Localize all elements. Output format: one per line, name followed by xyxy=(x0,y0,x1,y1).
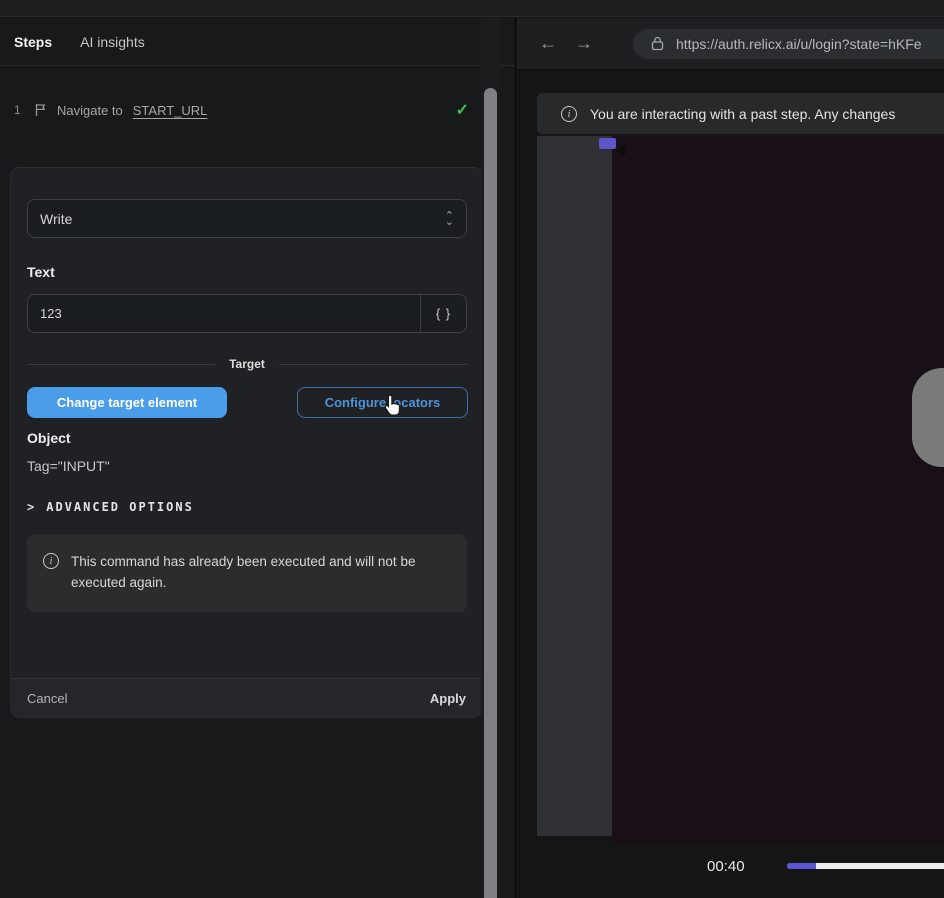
past-step-banner-text: You are interacting with a past step. An… xyxy=(590,106,895,122)
window-top-strip xyxy=(0,0,944,17)
playback-progress-fill xyxy=(787,863,816,869)
panel-tabs: Steps AI insights xyxy=(0,18,515,66)
step-description: Navigate to xyxy=(57,103,123,118)
divider-line-right xyxy=(279,364,467,365)
object-tag-value: Tag="INPUT" xyxy=(27,458,466,474)
target-divider-label: Target xyxy=(229,357,265,371)
info-icon: i xyxy=(43,553,59,569)
replay-step-marker xyxy=(599,138,616,149)
divider-line-left xyxy=(27,364,215,365)
replay-panel: ← → https://auth.relicx.ai/u/login?state… xyxy=(517,18,944,898)
replay-player-controls: 00:40 xyxy=(517,846,944,886)
step-editor-card: Write ⌃ ⌄ Text { } Target Change target … xyxy=(10,167,483,718)
advanced-options-label: ADVANCED OPTIONS xyxy=(46,500,194,514)
text-input-group: { } xyxy=(27,294,467,333)
card-footer: Cancel Apply xyxy=(11,678,482,717)
url-text: https://auth.relicx.ai/u/login?state=hKF… xyxy=(676,36,922,52)
insert-variable-button[interactable]: { } xyxy=(420,295,466,332)
lock-icon xyxy=(651,36,664,51)
browser-toolbar: ← → https://auth.relicx.ai/u/login?state… xyxy=(517,18,944,70)
step-number: 1 xyxy=(14,103,24,117)
tab-ai-insights[interactable]: AI insights xyxy=(80,34,145,50)
executed-info-text: This command has already been executed a… xyxy=(71,552,451,594)
change-target-element-button[interactable]: Change target element xyxy=(27,387,227,418)
side-panel-handle[interactable] xyxy=(912,368,944,467)
select-chevrons-icon: ⌃ ⌄ xyxy=(445,213,454,225)
text-input[interactable] xyxy=(28,295,420,332)
left-panel-scrollbar[interactable] xyxy=(484,88,497,898)
target-divider: Target xyxy=(27,357,467,371)
step-success-check-icon: ✓ xyxy=(456,100,469,120)
back-arrow-icon[interactable]: ← xyxy=(539,33,557,54)
advanced-options-toggle[interactable]: > ADVANCED OPTIONS xyxy=(27,500,466,514)
playback-progress-bar[interactable] xyxy=(787,863,944,869)
cancel-button[interactable]: Cancel xyxy=(27,691,67,706)
command-select-value: Write xyxy=(40,211,72,227)
replay-screenshot-sidebar xyxy=(537,136,612,836)
step-start-url-link[interactable]: START_URL xyxy=(133,103,208,118)
configure-locators-button[interactable]: Configure locators xyxy=(297,387,468,418)
flag-icon xyxy=(34,103,47,117)
object-label: Object xyxy=(27,430,466,446)
target-buttons-row: Change target element Configure locators xyxy=(27,387,468,418)
steps-panel: Steps AI insights 1 Navigate to START_UR… xyxy=(0,18,516,898)
left-panel-scroll-track xyxy=(481,18,500,898)
chevron-right-icon: > xyxy=(27,500,36,514)
apply-button[interactable]: Apply xyxy=(430,691,466,706)
url-bar[interactable]: https://auth.relicx.ai/u/login?state=hKF… xyxy=(633,29,944,59)
forward-arrow-icon[interactable]: → xyxy=(575,33,593,54)
command-select[interactable]: Write ⌃ ⌄ xyxy=(27,199,467,238)
playback-time: 00:40 xyxy=(707,858,745,875)
replay-screenshot-page xyxy=(612,136,944,845)
text-field-label: Text xyxy=(27,264,466,280)
step-row-1[interactable]: 1 Navigate to START_URL ✓ xyxy=(0,92,515,128)
executed-info-box: i This command has already been executed… xyxy=(27,534,467,612)
past-step-banner: i You are interacting with a past step. … xyxy=(537,93,944,134)
tab-steps[interactable]: Steps xyxy=(14,34,52,50)
banner-info-icon: i xyxy=(561,106,577,122)
